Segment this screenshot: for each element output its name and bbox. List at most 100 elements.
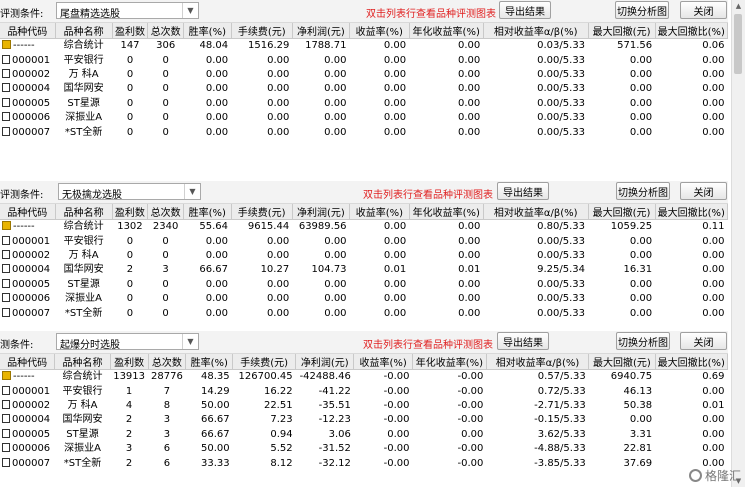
condition-select[interactable]: 尾盘精选选股 ▼: [56, 2, 199, 20]
row-checkbox[interactable]: [2, 235, 10, 245]
column-header[interactable]: 最大回撤(元): [588, 354, 656, 370]
table-row-summary[interactable]: ------ 综合统计 1302 2340 55.64 9615.44 6398…: [0, 220, 728, 235]
column-header[interactable]: 年化收益率(%): [409, 204, 484, 220]
column-header[interactable]: 盈利数: [110, 354, 149, 370]
row-checkbox[interactable]: [2, 278, 10, 288]
name-cell: ST星源: [66, 428, 99, 440]
column-header[interactable]: 总次数: [147, 204, 184, 220]
column-header[interactable]: 品种名称: [54, 354, 111, 370]
row-checkbox[interactable]: [2, 307, 10, 317]
table-row[interactable]: 000007 *ST全新 0 0 0.00 0.00 0.00 0.00 0.0…: [0, 125, 728, 139]
switch-analysis-chart-button[interactable]: 切换分析图: [616, 332, 670, 350]
row-checkbox[interactable]: [2, 83, 10, 93]
table-row[interactable]: 000007 *ST全新 0 0 0.00 0.00 0.00 0.00 0.0…: [0, 306, 728, 320]
chevron-down-icon[interactable]: ▼: [182, 3, 198, 18]
export-results-button[interactable]: 导出结果: [497, 182, 549, 200]
column-header[interactable]: 净利润(元): [295, 354, 355, 370]
row-checkbox[interactable]: [2, 428, 10, 438]
table-row[interactable]: 000001 平安银行 0 0 0.00 0.00 0.00 0.00 0.00…: [0, 234, 728, 248]
value-cell: 0.00: [324, 293, 347, 305]
row-checkbox[interactable]: [2, 68, 10, 78]
table-row[interactable]: 000004 国华网安 2 3 66.67 10.27 104.73 0.01 …: [0, 263, 728, 277]
column-header[interactable]: 手续费(元): [231, 204, 293, 220]
column-header[interactable]: 最大回撤(元): [588, 23, 656, 39]
column-header[interactable]: 相对收益率α/β(%): [483, 204, 589, 220]
value-cell: 0.00: [702, 68, 725, 80]
column-header[interactable]: 手续费(元): [231, 23, 293, 39]
column-header[interactable]: 品种代码: [0, 354, 56, 370]
table-row[interactable]: 000002 万 科A 4 8 50.00 22.51 -35.51 -0.00…: [0, 399, 728, 413]
close-button[interactable]: 关闭: [680, 332, 727, 350]
column-header[interactable]: 年化收益率(%): [409, 23, 484, 39]
switch-analysis-chart-button[interactable]: 切换分析图: [615, 1, 669, 19]
column-header[interactable]: 总次数: [147, 23, 185, 39]
switch-analysis-chart-button[interactable]: 切换分析图: [616, 182, 670, 200]
column-header[interactable]: 胜率(%): [185, 354, 234, 370]
row-checkbox[interactable]: [2, 414, 10, 424]
row-checkbox[interactable]: [2, 97, 10, 107]
column-header[interactable]: 收益率(%): [349, 204, 410, 220]
row-checkbox[interactable]: [2, 399, 10, 409]
table-row[interactable]: 000006 深振业A 0 0 0.00 0.00 0.00 0.00 0.00…: [0, 111, 728, 125]
value-cell: -0.00: [383, 457, 410, 469]
condition-select[interactable]: 起爆分时选股 ▼: [56, 333, 199, 351]
column-header[interactable]: 胜率(%): [183, 204, 232, 220]
column-header[interactable]: 盈利数: [112, 23, 149, 39]
row-checkbox[interactable]: [2, 249, 10, 259]
column-header[interactable]: 年化收益率(%): [412, 354, 487, 370]
table-row[interactable]: 000005 ST星源 0 0 0.00 0.00 0.00 0.00 0.00…: [0, 278, 728, 292]
table-row[interactable]: 000001 平安银行 1 7 14.29 16.22 -41.22 -0.00…: [0, 384, 728, 398]
row-checkbox[interactable]: [2, 293, 10, 303]
column-header[interactable]: 手续费(元): [232, 354, 297, 370]
row-checkbox[interactable]: [2, 385, 10, 395]
scroll-up-icon[interactable]: ▲: [732, 0, 745, 12]
row-checkbox[interactable]: [2, 126, 10, 136]
condition-select[interactable]: 无极擒龙选股 ▼: [58, 183, 201, 201]
table-row[interactable]: 000006 深振业A 0 0 0.00 0.00 0.00 0.00 0.00…: [0, 292, 728, 306]
column-header[interactable]: 收益率(%): [349, 23, 410, 39]
vertical-scrollbar[interactable]: ▲ ▼: [731, 0, 745, 487]
table-row[interactable]: 000002 万 科A 0 0 0.00 0.00 0.00 0.00 0.00…: [0, 249, 728, 263]
condition-label: 测条件:: [0, 340, 34, 351]
table-row-summary[interactable]: ------ 综合统计 13913 28776 48.35 126700.45 …: [0, 370, 728, 385]
row-checkbox[interactable]: [2, 264, 10, 274]
value-cell: 3.31: [629, 428, 653, 440]
scrollbar-thumb[interactable]: [734, 14, 742, 74]
row-checkbox[interactable]: [2, 112, 10, 122]
table-row[interactable]: 000004 国华网安 0 0 0.00 0.00 0.00 0.00 0.00…: [0, 82, 728, 96]
column-header[interactable]: 品种代码: [0, 204, 56, 220]
column-header[interactable]: 净利润(元): [292, 204, 351, 220]
column-header[interactable]: 盈利数: [112, 204, 149, 220]
column-header[interactable]: 最大回撤比(%): [655, 204, 728, 220]
value-cell: 46.13: [623, 385, 653, 397]
table-row[interactable]: 000005 ST星源 0 0 0.00 0.00 0.00 0.00 0.00…: [0, 97, 728, 111]
column-header[interactable]: 净利润(元): [292, 23, 350, 39]
column-header[interactable]: 最大回撤比(%): [655, 23, 728, 39]
row-checkbox[interactable]: [2, 443, 10, 453]
table-row[interactable]: 000007 *ST全新 2 6 33.33 8.12 -32.12 -0.00…: [0, 456, 728, 470]
export-results-button[interactable]: 导出结果: [497, 332, 549, 350]
table-row[interactable]: 000002 万 科A 0 0 0.00 0.00 0.00 0.00 0.00…: [0, 68, 728, 82]
table-row[interactable]: 000004 国华网安 2 3 66.67 7.23 -12.23 -0.00 …: [0, 413, 728, 427]
close-button[interactable]: 关闭: [680, 1, 727, 19]
table-row[interactable]: 000005 ST星源 2 3 66.67 0.94 3.06 0.00 0.0…: [0, 428, 728, 442]
column-header[interactable]: 最大回撤(元): [588, 204, 656, 220]
column-header[interactable]: 收益率(%): [353, 354, 413, 370]
table-row[interactable]: 000006 深振业A 3 6 50.00 5.52 -31.52 -0.00 …: [0, 442, 728, 456]
column-header[interactable]: 最大回撤比(%): [655, 354, 728, 370]
table-row[interactable]: 000001 平安银行 0 0 0.00 0.00 0.00 0.00 0.00…: [0, 53, 728, 67]
column-header[interactable]: 总次数: [148, 354, 187, 370]
column-header[interactable]: 品种代码: [0, 23, 56, 39]
chevron-down-icon[interactable]: ▼: [182, 334, 198, 349]
row-checkbox[interactable]: [2, 54, 10, 64]
table-row-summary[interactable]: ------ 综合统计 147 306 48.04 1516.29 1788.7…: [0, 39, 728, 54]
export-results-button[interactable]: 导出结果: [499, 1, 551, 19]
close-button[interactable]: 关闭: [680, 182, 727, 200]
column-header[interactable]: 相对收益率α/β(%): [483, 23, 589, 39]
column-header[interactable]: 相对收益率α/β(%): [486, 354, 590, 370]
column-header[interactable]: 品种名称: [55, 23, 113, 39]
column-header[interactable]: 胜率(%): [183, 23, 232, 39]
chevron-down-icon[interactable]: ▼: [184, 184, 200, 199]
column-header[interactable]: 品种名称: [55, 204, 113, 220]
row-checkbox[interactable]: [2, 457, 10, 467]
